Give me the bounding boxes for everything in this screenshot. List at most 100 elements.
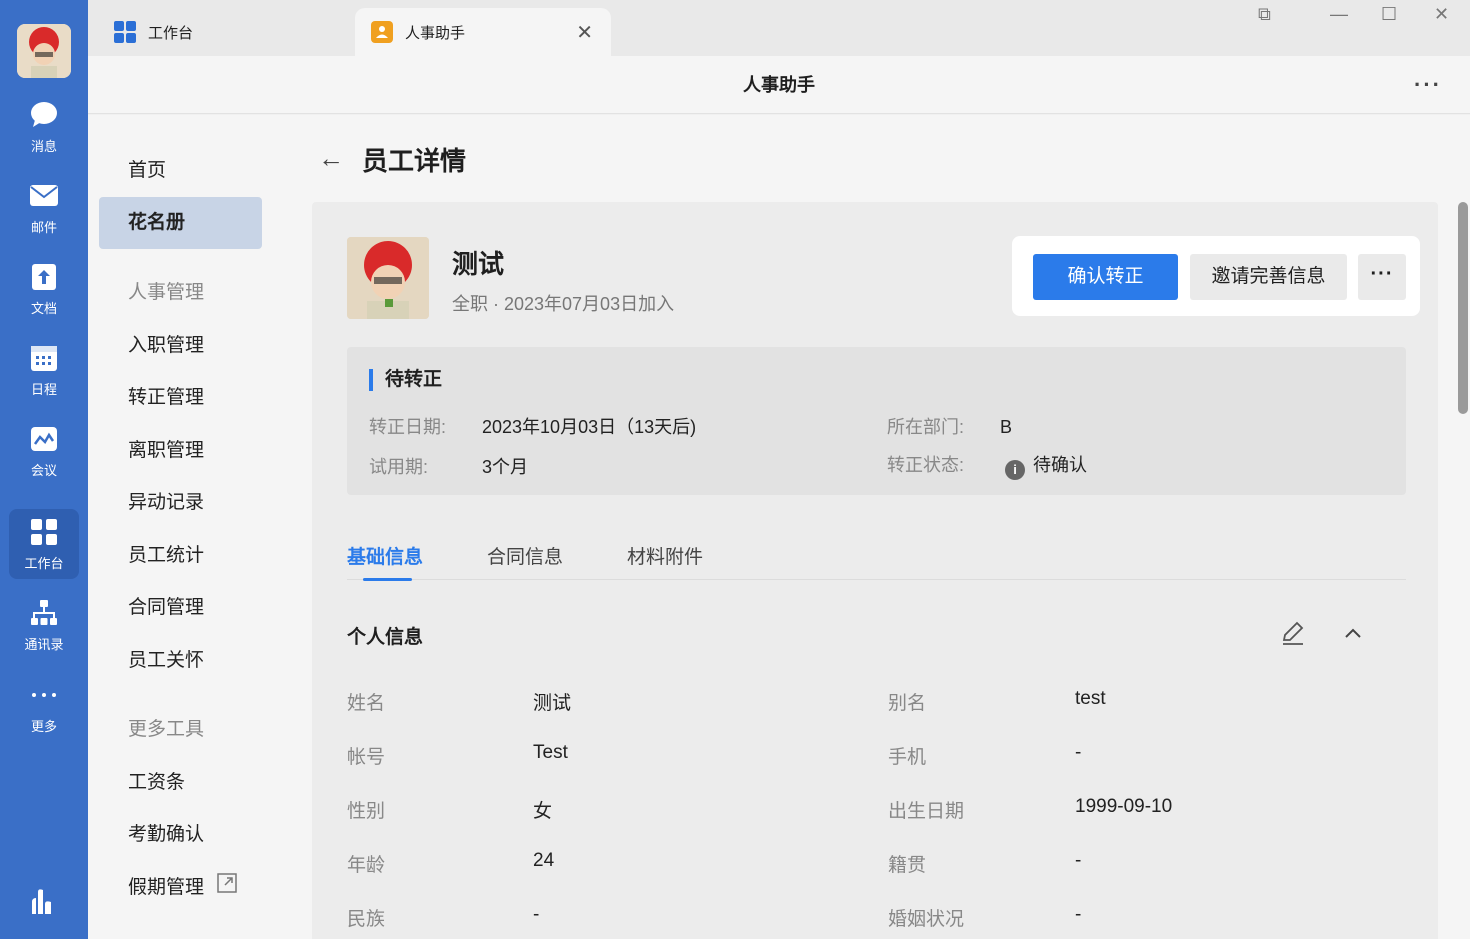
field-label: 帐号 bbox=[347, 747, 386, 768]
field-value: 1999-09-10 bbox=[1075, 796, 1173, 817]
app-rail: 消息 邮件 文档 日程 会议 工作台 通讯录 更多 bbox=[0, 0, 88, 939]
action-panel: 确认转正 邀请完善信息 ··· bbox=[1012, 236, 1420, 316]
calendar-icon bbox=[31, 345, 57, 371]
rail-label: 会议 bbox=[30, 462, 57, 478]
field-value: 女 bbox=[533, 801, 553, 822]
field-value: - bbox=[1075, 850, 1082, 871]
kv-label: 转正日期: bbox=[369, 417, 447, 437]
rail-item-meeting[interactable]: 会议 bbox=[9, 416, 79, 486]
side-menu: 首页 花名册 人事管理 入职管理 转正管理 离职管理 异动记录 员工统计 合同管… bbox=[88, 115, 296, 939]
menu-onboard[interactable]: 入职管理 bbox=[99, 320, 262, 372]
employee-name: 测试 bbox=[452, 249, 505, 279]
regularization-state: 转正状态: i 待确认 bbox=[887, 451, 1087, 480]
rail-label: 日程 bbox=[30, 381, 57, 397]
external-link-icon bbox=[217, 862, 238, 914]
menu-changes[interactable]: 异动记录 bbox=[99, 477, 262, 529]
more-actions-button[interactable]: ··· bbox=[1358, 254, 1406, 300]
tab-hr-assistant[interactable]: 人事助手 ✕ bbox=[355, 8, 611, 56]
confirm-regularization-button[interactable]: 确认转正 bbox=[1033, 254, 1178, 300]
field-value: - bbox=[1075, 742, 1082, 763]
meeting-icon bbox=[31, 426, 57, 451]
invite-complete-info-button[interactable]: 邀请完善信息 bbox=[1190, 254, 1347, 300]
field-label: 姓名 bbox=[347, 693, 386, 714]
hr-assistant-icon bbox=[371, 21, 393, 43]
tab-bar: 工作台 人事助手 ✕ ⧉ — ☐ ✕ bbox=[88, 0, 1470, 56]
tab-label: 人事助手 bbox=[405, 24, 466, 42]
menu-group-hr: 人事管理 bbox=[128, 282, 205, 303]
menu-resignation[interactable]: 离职管理 bbox=[99, 425, 262, 477]
rail-item-workbench[interactable]: 工作台 bbox=[9, 509, 79, 579]
tab-basic-info[interactable]: 基础信息 bbox=[347, 542, 423, 569]
field-value: Test bbox=[533, 742, 568, 763]
field-value: - bbox=[533, 904, 540, 925]
back-arrow-icon[interactable]: ← bbox=[318, 143, 344, 174]
rail-item-contacts[interactable]: 通讯录 bbox=[9, 590, 79, 660]
tab-contract-info[interactable]: 合同信息 bbox=[487, 542, 563, 569]
kv-value: 待确认 bbox=[1033, 455, 1088, 475]
workbench-icon bbox=[114, 21, 136, 43]
menu-contract[interactable]: 合同管理 bbox=[99, 582, 262, 634]
field-value: test bbox=[1075, 688, 1106, 709]
field-label: 出生日期 bbox=[888, 801, 965, 822]
close-icon[interactable]: ✕ bbox=[576, 20, 593, 45]
mail-icon bbox=[30, 184, 58, 206]
status-title: 待转正 bbox=[369, 369, 442, 391]
menu-holiday-label: 假期管理 bbox=[128, 877, 205, 899]
kv-value: 3个月 bbox=[482, 457, 529, 477]
menu-care[interactable]: 员工关怀 bbox=[99, 635, 262, 687]
menu-roster[interactable]: 花名册 bbox=[99, 197, 262, 249]
contacts-icon bbox=[31, 599, 57, 625]
minimize-icon[interactable]: — bbox=[1330, 4, 1348, 25]
rail-label: 邮件 bbox=[30, 219, 57, 235]
employee-avatar bbox=[347, 237, 429, 319]
scrollbar[interactable] bbox=[1458, 202, 1468, 414]
kv-label: 所在部门: bbox=[887, 417, 965, 437]
kv-value: B bbox=[1000, 417, 1013, 437]
kv-value: 2023年10月03日（13天后) bbox=[482, 417, 697, 437]
field-label: 别名 bbox=[888, 693, 927, 714]
field-label: 性别 bbox=[347, 801, 386, 822]
detail-tabs: 基础信息 合同信息 材料附件 bbox=[347, 532, 1406, 581]
menu-holiday[interactable]: 假期管理 bbox=[99, 862, 262, 914]
field-value: 测试 bbox=[533, 693, 572, 714]
rail-label: 消息 bbox=[30, 138, 57, 154]
rail-item-more[interactable]: 更多 bbox=[9, 672, 79, 742]
rail-item-mail[interactable]: 邮件 bbox=[9, 173, 79, 243]
chat-icon bbox=[31, 101, 57, 127]
stats-icon bbox=[32, 889, 51, 914]
rail-item-calendar[interactable]: 日程 bbox=[9, 335, 79, 405]
more-icon bbox=[32, 692, 56, 697]
more-menu-icon[interactable]: ··· bbox=[1414, 56, 1442, 114]
user-avatar[interactable] bbox=[17, 24, 71, 78]
kv-label: 试用期: bbox=[369, 457, 429, 477]
chevron-up-icon[interactable] bbox=[1342, 622, 1364, 644]
workbench-icon bbox=[31, 518, 57, 545]
rail-item-messages[interactable]: 消息 bbox=[9, 92, 79, 162]
popout-icon[interactable]: ⧉ bbox=[1258, 4, 1271, 25]
rail-item-docs[interactable]: 文档 bbox=[9, 254, 79, 324]
active-tab-indicator bbox=[363, 578, 412, 581]
regularization-date: 转正日期: 2023年10月03日（13天后) bbox=[369, 413, 696, 439]
window-close-icon[interactable]: ✕ bbox=[1434, 4, 1449, 25]
tab-workbench[interactable]: 工作台 bbox=[88, 8, 354, 56]
field-value: - bbox=[1075, 904, 1082, 925]
menu-home[interactable]: 首页 bbox=[99, 145, 262, 197]
menu-salary[interactable]: 工资条 bbox=[99, 757, 262, 809]
department: 所在部门: B bbox=[887, 413, 1012, 439]
edit-icon[interactable] bbox=[1280, 620, 1306, 646]
field-label: 籍贯 bbox=[888, 855, 927, 876]
field-value: 24 bbox=[533, 850, 555, 871]
probation-period: 试用期: 3个月 bbox=[369, 453, 528, 479]
maximize-icon[interactable]: ☐ bbox=[1381, 4, 1397, 25]
menu-attendance[interactable]: 考勤确认 bbox=[99, 809, 262, 861]
rail-label: 工作台 bbox=[24, 555, 64, 571]
section-title: 个人信息 bbox=[347, 627, 424, 648]
employee-subtitle: 全职 · 2023年07月03日加入 bbox=[452, 294, 675, 314]
rail-label: 文档 bbox=[30, 300, 57, 316]
menu-regularization[interactable]: 转正管理 bbox=[99, 372, 262, 424]
menu-stats[interactable]: 员工统计 bbox=[99, 530, 262, 582]
tab-attachments[interactable]: 材料附件 bbox=[627, 542, 703, 569]
regularization-status-box: 待转正 转正日期: 2023年10月03日（13天后) 试用期: 3个月 所在部门:… bbox=[347, 347, 1406, 495]
rail-label: 更多 bbox=[30, 718, 57, 734]
rail-item-bottom[interactable] bbox=[9, 866, 79, 936]
